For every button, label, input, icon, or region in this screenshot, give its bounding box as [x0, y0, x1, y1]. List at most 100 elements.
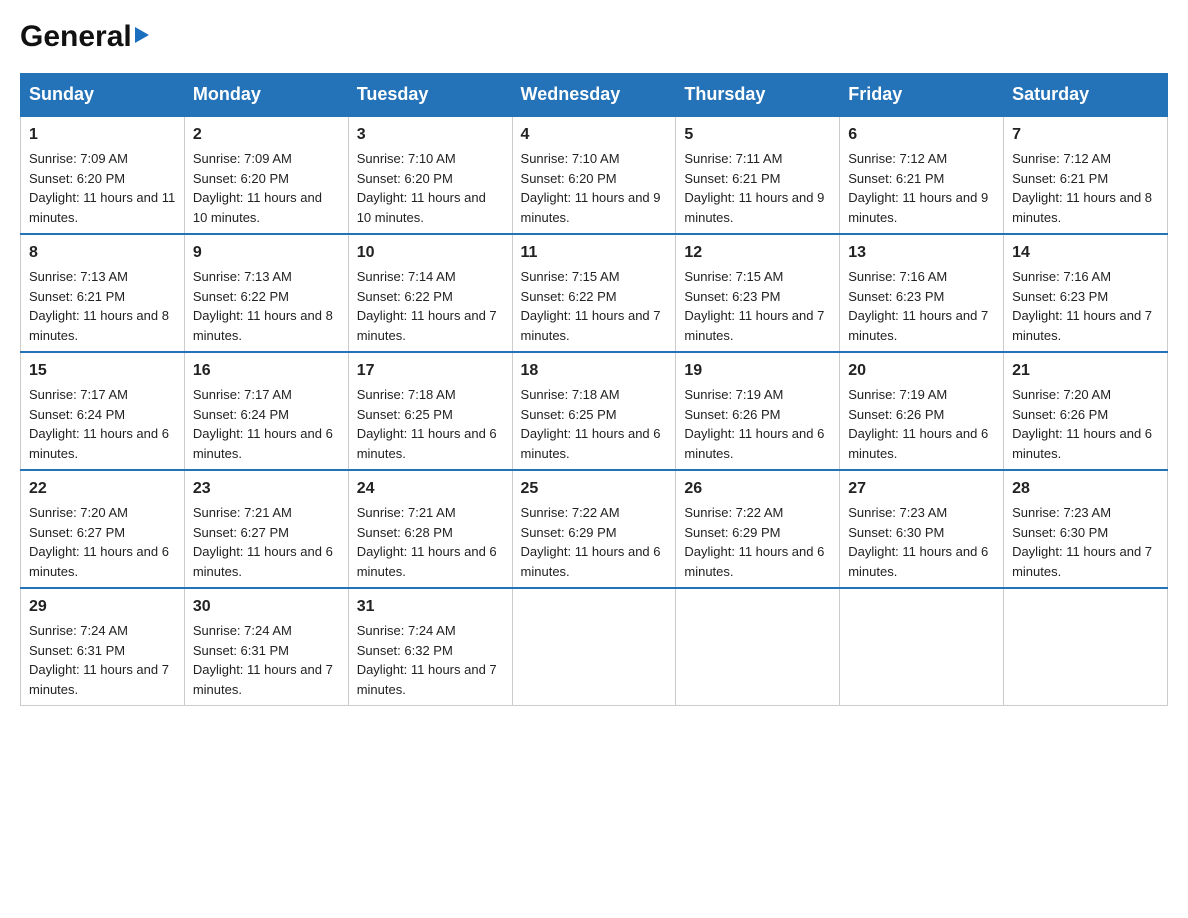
day-sunrise: Sunrise: 7:16 AM: [848, 269, 947, 284]
calendar-day-cell: 16Sunrise: 7:17 AMSunset: 6:24 PMDayligh…: [184, 352, 348, 470]
day-number: 20: [848, 359, 995, 383]
calendar-day-cell: 31Sunrise: 7:24 AMSunset: 6:32 PMDayligh…: [348, 588, 512, 706]
day-number: 22: [29, 477, 176, 501]
day-sunrise: Sunrise: 7:13 AM: [193, 269, 292, 284]
calendar-table: SundayMondayTuesdayWednesdayThursdayFrid…: [20, 73, 1168, 706]
day-header-tuesday: Tuesday: [348, 74, 512, 117]
calendar-day-cell: 13Sunrise: 7:16 AMSunset: 6:23 PMDayligh…: [840, 234, 1004, 352]
day-number: 17: [357, 359, 504, 383]
calendar-week-row: 15 Sunrise: 7:17 AM Sunset: 6:24 PM Dayligh…: [21, 352, 1168, 470]
day-number: 8: [29, 241, 176, 265]
day-daylight: Daylight: 11 hours and 7 minutes.: [1012, 308, 1152, 343]
day-sunrise: Sunrise: 7:09 AM: [29, 151, 128, 166]
day-daylight: Daylight: 11 hours and 6 minutes.: [684, 544, 824, 579]
day-daylight: Daylight: 11 hours and 6 minutes.: [521, 426, 661, 461]
day-number: 12: [684, 241, 831, 265]
day-number: 29: [29, 595, 176, 619]
day-sunrise: Sunrise: 7:10 AM: [521, 151, 620, 166]
day-number: 16: [193, 359, 340, 383]
day-sunset: Sunset: 6:21 PM: [29, 289, 125, 304]
calendar-day-cell: 27Sunrise: 7:23 AMSunset: 6:30 PMDayligh…: [840, 470, 1004, 588]
day-sunset: Sunset: 6:23 PM: [1012, 289, 1108, 304]
day-daylight: Daylight: 11 hours and 6 minutes.: [1012, 426, 1152, 461]
day-daylight: Daylight: 11 hours and 7 minutes.: [848, 308, 988, 343]
calendar-day-cell: 9Sunrise: 7:13 AMSunset: 6:22 PMDaylight…: [184, 234, 348, 352]
day-sunrise: Sunrise: 7:18 AM: [521, 387, 620, 402]
calendar-week-row: 1Sunrise: 7:09 AMSunset: 6:20 PMDaylight…: [21, 116, 1168, 234]
calendar-day-cell: [840, 588, 1004, 706]
day-sunset: Sunset: 6:29 PM: [521, 525, 617, 540]
calendar-week-row: 22Sunrise: 7:20 AMSunset: 6:27 PMDayligh…: [21, 470, 1168, 588]
day-sunrise: Sunrise: 7:19 AM: [684, 387, 783, 402]
day-sunrise: Sunrise: 7:19 AM: [848, 387, 947, 402]
day-number: 23: [193, 477, 340, 501]
day-daylight: Daylight: 11 hours and 8 minutes.: [1012, 190, 1152, 225]
day-sunrise: Sunrise: 7:16 AM: [1012, 269, 1111, 284]
calendar-day-cell: 6Sunrise: 7:12 AMSunset: 6:21 PMDaylight…: [840, 116, 1004, 234]
day-daylight: Daylight: 11 hours and 9 minutes.: [684, 190, 824, 225]
day-daylight: Daylight: 11 hours and 6 minutes.: [684, 426, 824, 461]
day-sunset: Sunset: 6:23 PM: [684, 289, 780, 304]
day-daylight: Daylight: 11 hours and 7 minutes.: [1012, 544, 1152, 579]
calendar-day-cell: 1Sunrise: 7:09 AMSunset: 6:20 PMDaylight…: [21, 116, 185, 234]
calendar-day-cell: 10Sunrise: 7:14 AMSunset: 6:22 PMDayligh…: [348, 234, 512, 352]
day-number: 28: [1012, 477, 1159, 501]
calendar-day-cell: [676, 588, 840, 706]
day-sunset: Sunset: 6:20 PM: [29, 171, 125, 186]
day-sunrise: Sunrise: 7:15 AM: [521, 269, 620, 284]
day-sunrise: Sunrise: 7:12 AM: [1012, 151, 1111, 166]
day-sunrise: Sunrise: 7:24 AM: [193, 623, 292, 638]
calendar-day-cell: 11Sunrise: 7:15 AMSunset: 6:22 PMDayligh…: [512, 234, 676, 352]
day-number: 9: [193, 241, 340, 265]
day-number: 11: [521, 241, 668, 265]
day-sunrise: Sunrise: 7:12 AM: [848, 151, 947, 166]
day-number: 4: [521, 123, 668, 147]
calendar-day-cell: 2Sunrise: 7:09 AMSunset: 6:20 PMDaylight…: [184, 116, 348, 234]
calendar-day-cell: 20Sunrise: 7:19 AMSunset: 6:26 PMDayligh…: [840, 352, 1004, 470]
day-sunset: Sunset: 6:31 PM: [193, 643, 289, 658]
logo-name-black: General: [20, 20, 132, 53]
day-sunrise: Sunrise: 7:24 AM: [357, 623, 456, 638]
calendar-day-cell: 3Sunrise: 7:10 AMSunset: 6:20 PMDaylight…: [348, 116, 512, 234]
day-daylight: Daylight: 11 hours and 7 minutes.: [684, 308, 824, 343]
day-number: 30: [193, 595, 340, 619]
day-sunset: Sunset: 6:21 PM: [848, 171, 944, 186]
day-number: 13: [848, 241, 995, 265]
day-sunrise: Sunrise: 7:21 AM: [193, 505, 292, 520]
day-number: 26: [684, 477, 831, 501]
day-number: 24: [357, 477, 504, 501]
calendar-day-cell: 22Sunrise: 7:20 AMSunset: 6:27 PMDayligh…: [21, 470, 185, 588]
day-number: 15: [29, 359, 176, 383]
day-header-wednesday: Wednesday: [512, 74, 676, 117]
page-header: General: [20, 20, 1168, 53]
calendar-day-cell: 12Sunrise: 7:15 AMSunset: 6:23 PMDayligh…: [676, 234, 840, 352]
day-sunrise: Sunrise: 7:13 AM: [29, 269, 128, 284]
day-sunset: Sunset: 6:28 PM: [357, 525, 453, 540]
calendar-day-cell: 5Sunrise: 7:11 AMSunset: 6:21 PMDaylight…: [676, 116, 840, 234]
day-sunrise: Sunrise: 7:23 AM: [1012, 505, 1111, 520]
calendar-day-cell: 19Sunrise: 7:19 AMSunset: 6:26 PMDayligh…: [676, 352, 840, 470]
day-sunrise: Sunrise: 7:14 AM: [357, 269, 456, 284]
day-sunset: Sunset: 6:22 PM: [193, 289, 289, 304]
day-sunset: Sunset: 6:20 PM: [521, 171, 617, 186]
day-number: 25: [521, 477, 668, 501]
day-sunrise: Sunrise: 7:18 AM: [357, 387, 456, 402]
day-sunrise: Sunrise: 7:22 AM: [684, 505, 783, 520]
day-sunset: Sunset: 6:25 PM: [521, 407, 617, 422]
calendar-day-cell: [1004, 588, 1168, 706]
day-header-sunday: Sunday: [21, 74, 185, 117]
day-sunset: Sunset: 6:25 PM: [357, 407, 453, 422]
day-daylight: Daylight: 11 hours and 9 minutes.: [521, 190, 661, 225]
day-daylight: Daylight: 11 hours and 6 minutes.: [521, 544, 661, 579]
day-sunset: Sunset: 6:24 PM: [29, 407, 125, 422]
day-sunrise: Sunrise: 7:10 AM: [357, 151, 456, 166]
day-header-thursday: Thursday: [676, 74, 840, 117]
day-daylight: Daylight: 11 hours and 6 minutes.: [29, 544, 169, 579]
calendar-day-cell: 24Sunrise: 7:21 AMSunset: 6:28 PMDayligh…: [348, 470, 512, 588]
calendar-day-cell: 18Sunrise: 7:18 AMSunset: 6:25 PMDayligh…: [512, 352, 676, 470]
day-daylight: Daylight: 11 hours and 7 minutes.: [193, 662, 333, 697]
day-sunrise: Sunrise: 7:17 AM: [193, 387, 292, 402]
day-daylight: Daylight: 11 hours and 6 minutes.: [848, 544, 988, 579]
calendar-day-cell: 8Sunrise: 7:13 AMSunset: 6:21 PMDaylight…: [21, 234, 185, 352]
day-daylight: Daylight: 11 hours and 7 minutes.: [357, 662, 497, 697]
